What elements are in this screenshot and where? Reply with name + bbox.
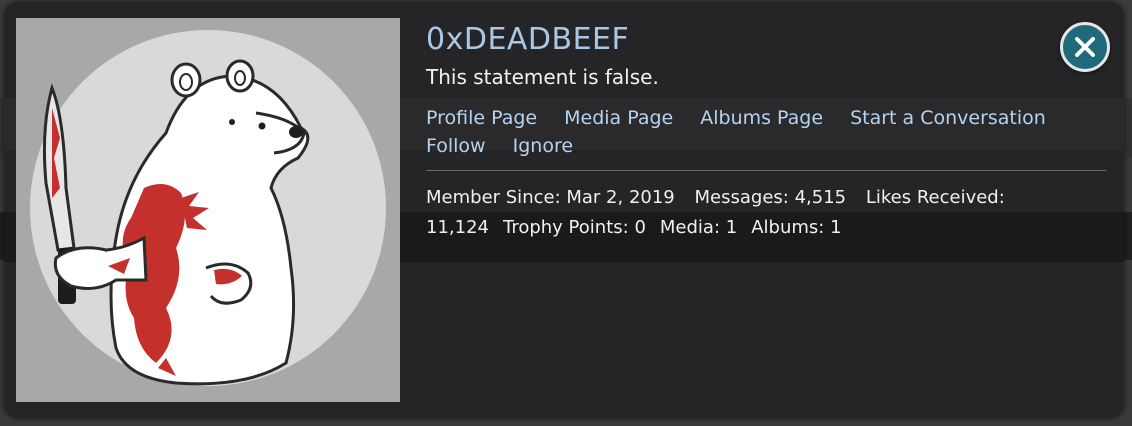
stat-media: Media: 1 xyxy=(660,217,737,238)
stat-trophy-points: Trophy Points: 0 xyxy=(503,217,646,238)
avatar[interactable] xyxy=(16,18,400,402)
stat-value: Mar 2, 2019 xyxy=(566,187,675,208)
stat-likes-received-label: Likes Received: xyxy=(865,187,1005,208)
member-stats: Member Since: Mar 2, 2019 Messages: 4,51… xyxy=(426,183,1066,243)
stat-label: Messages: xyxy=(694,187,789,208)
member-links: Profile Page Media Page Albums Page Star… xyxy=(426,104,1106,160)
ignore-link[interactable]: Ignore xyxy=(513,132,573,160)
stat-value: 1 xyxy=(830,217,842,238)
close-button[interactable] xyxy=(1060,22,1110,72)
stat-messages: Messages: 4,515 xyxy=(695,187,847,208)
bloody-polar-bear-with-knife-avatar xyxy=(16,18,400,402)
stat-value: 4,515 xyxy=(794,187,847,208)
stat-value: 0 xyxy=(634,217,646,238)
username-link[interactable]: 0xDEADBEEF xyxy=(426,20,1106,60)
member-info: 0xDEADBEEF This statement is false. Prof… xyxy=(426,20,1106,243)
stat-label: Trophy Points: xyxy=(502,217,629,238)
profile-page-link[interactable]: Profile Page xyxy=(426,104,537,132)
stat-label: Albums: xyxy=(751,217,825,238)
close-icon xyxy=(1075,37,1095,57)
stat-albums: Albums: 1 xyxy=(751,217,841,238)
member-tooltip-card: 0xDEADBEEF This statement is false. Prof… xyxy=(4,2,1124,418)
start-conversation-link[interactable]: Start a Conversation xyxy=(850,104,1046,132)
stat-value: 1 xyxy=(725,217,738,238)
stat-member-since: Member Since: Mar 2, 2019 xyxy=(426,187,675,208)
divider xyxy=(426,170,1106,171)
albums-page-link[interactable]: Albums Page xyxy=(700,104,823,132)
stat-label: Media: xyxy=(659,217,721,238)
status-message: This statement is false. xyxy=(426,65,659,89)
media-page-link[interactable]: Media Page xyxy=(564,104,673,132)
follow-link[interactable]: Follow xyxy=(426,132,486,160)
stat-likes-received-value: 11,124 xyxy=(426,217,489,238)
stat-label: Member Since: xyxy=(426,187,561,208)
